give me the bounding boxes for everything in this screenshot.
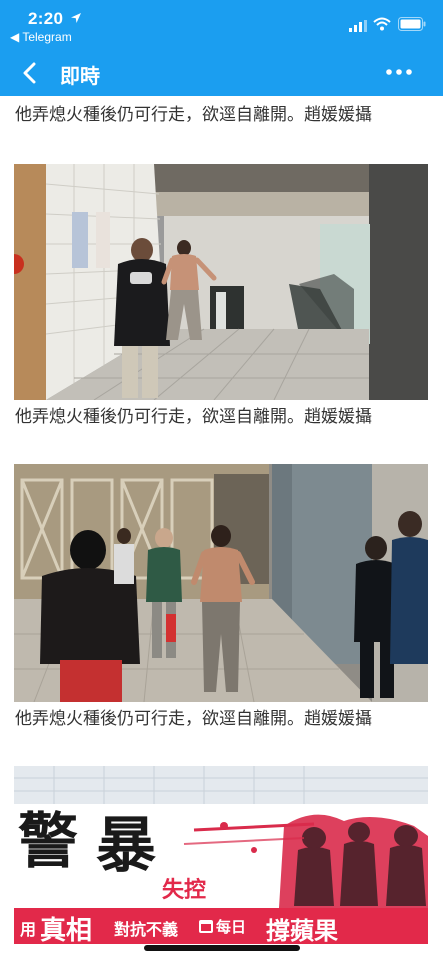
more-options-icon[interactable]: [384, 66, 414, 78]
ad-tagline-prefix: 用: [20, 920, 37, 939]
news-photo[interactable]: [14, 464, 428, 702]
battery-icon: [398, 17, 426, 31]
photo-caption: 他弄熄火種後仍可行走，欲逕自離開。趙媛媛攝: [15, 407, 372, 427]
photo-caption: 他弄熄火種後仍可行走，欲逕自離開。趙媛媛攝: [15, 709, 372, 729]
header-bar: 2:20 ◀ Telegram 即時: [0, 0, 443, 96]
location-arrow-icon: [71, 13, 81, 23]
calendar-icon: [199, 920, 213, 933]
ad-tagline-bar: 用 真相 對抗不義 每日 撐蘋果: [14, 908, 428, 944]
corridor-photo-image: [14, 164, 428, 400]
ad-headline-char: 警: [18, 807, 78, 877]
photo-caption: 他弄熄火種後仍可行走，欲逕自離開。趙媛媛攝: [15, 105, 372, 125]
back-to-app-link[interactable]: ◀ Telegram: [10, 30, 72, 44]
page-title: 即時: [60, 64, 100, 88]
back-chevron-icon[interactable]: [22, 62, 38, 84]
ad-tagline-text: 對抗不義: [114, 920, 179, 939]
status-time: 2:20: [28, 9, 64, 28]
ad-brand-name: 撐蘋果: [266, 917, 338, 944]
ad-brand-prefix: 每日: [216, 918, 247, 936]
mall-photo-image: [14, 464, 428, 702]
ad-subhead: 失控: [162, 878, 207, 903]
cellular-signal-icon: [349, 20, 367, 32]
ad-tagline-highlight: 真相: [40, 916, 93, 944]
advertisement-banner[interactable]: 警 暴 失控 用 真相 對抗不義 每日 撐蘋果: [14, 766, 428, 944]
news-photo[interactable]: [14, 164, 428, 400]
home-indicator[interactable]: [144, 945, 300, 951]
ad-headline-char: 暴: [96, 811, 156, 881]
wifi-icon: [373, 17, 391, 31]
